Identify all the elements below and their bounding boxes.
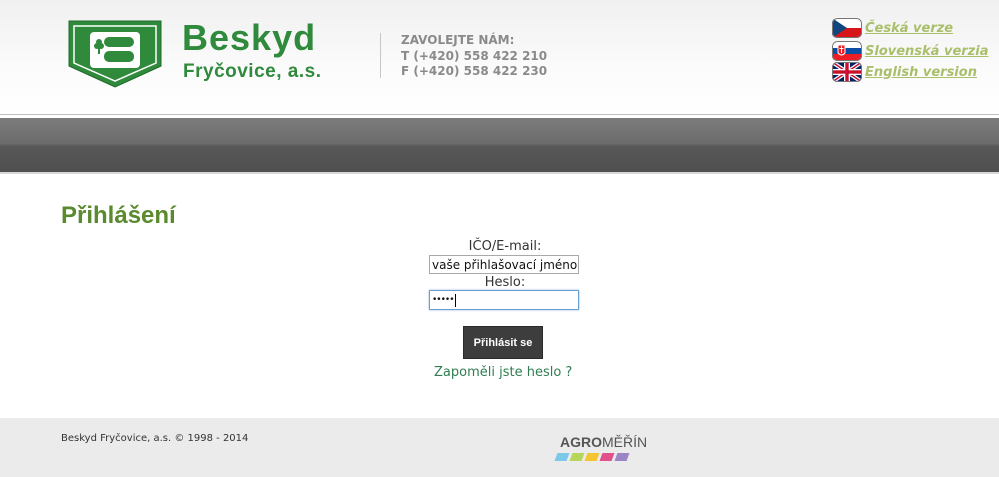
agromerin-logo[interactable]: AGROMĚŘÍN [560, 434, 647, 450]
language-slovak-link[interactable]: Slovenská verzia [865, 44, 988, 59]
language-english-link[interactable]: English version [865, 65, 977, 80]
beskyd-logo-icon[interactable] [68, 20, 162, 88]
footer-copyright: Beskyd Fryčovice, a.s. © 1998 - 2014 [61, 433, 249, 444]
language-czech[interactable]: Česká verze [832, 18, 953, 38]
username-label: IČO/E-mail: [468, 239, 542, 254]
agromerin-logo-rest: MĚŘÍN [602, 434, 648, 450]
agromerin-color-2 [569, 453, 585, 461]
language-slovak[interactable]: Slovenská verzia [832, 41, 988, 61]
header-vertical-divider [380, 33, 381, 78]
login-submit-button[interactable]: Přihlásit se [463, 326, 543, 359]
agromerin-color-strip [554, 453, 630, 461]
agromerin-color-1 [554, 453, 570, 461]
site-footer [0, 418, 999, 477]
brand-subtitle: Fryčovice, a.s. [183, 61, 322, 82]
uk-flag-icon [832, 62, 862, 82]
forgot-password-link[interactable]: Zapoměli jste heslo ? [434, 365, 572, 380]
agromerin-color-5 [614, 453, 630, 461]
language-czech-link[interactable]: Česká verze [865, 21, 953, 36]
contact-fax: F (+420) 558 422 230 [401, 64, 548, 78]
agromerin-color-3 [584, 453, 600, 461]
contact-block: ZAVOLEJTE NÁM: T (+420) 558 422 210 F (+… [401, 33, 547, 80]
page-title: Přihlášení [61, 202, 176, 229]
header-divider [0, 114, 999, 115]
brand-name: Beskyd [182, 17, 317, 58]
navbar-bottom-line [0, 172, 999, 174]
contact-phone: T (+420) 558 422 210 [401, 48, 548, 63]
agromerin-color-4 [599, 453, 615, 461]
username-input[interactable] [429, 255, 579, 274]
czech-flag-icon [832, 18, 862, 38]
language-english[interactable]: English version [832, 62, 977, 82]
slovak-flag-icon [832, 41, 862, 61]
password-input[interactable]: ••••• [429, 290, 579, 310]
password-label: Heslo: [484, 275, 526, 290]
main-navigation-bar [0, 118, 999, 172]
agromerin-logo-bold: AGRO [560, 434, 602, 450]
contact-heading: ZAVOLEJTE NÁM: [401, 33, 515, 47]
text-cursor [454, 293, 456, 307]
password-value: ••••• [432, 295, 455, 305]
